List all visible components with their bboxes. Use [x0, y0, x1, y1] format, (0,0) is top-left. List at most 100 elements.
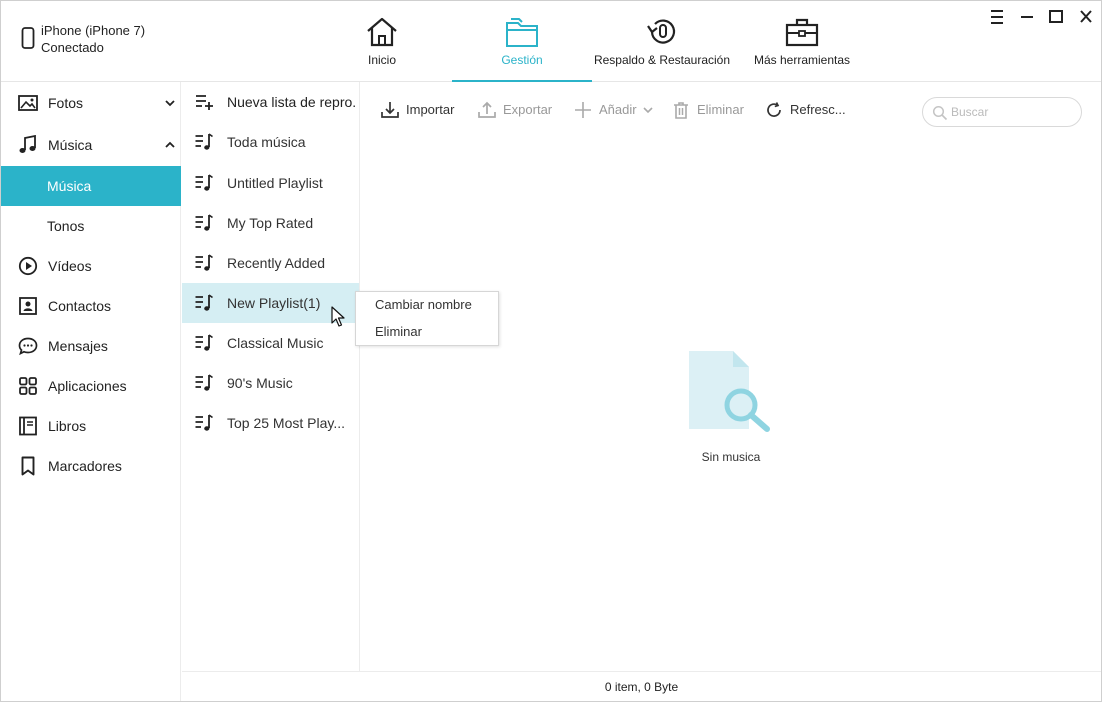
playlist-label: 90's Music	[227, 375, 293, 391]
delete-menu-item[interactable]: Eliminar	[356, 319, 498, 345]
status-text: 0 item, 0 Byte	[604, 680, 679, 694]
sidebar-item-label: Vídeos	[48, 258, 92, 274]
playlist-label: Toda música	[227, 134, 306, 150]
sidebar-item-label: Contactos	[48, 298, 112, 314]
sidebar-item-marcadores[interactable]: Marcadores	[1, 446, 181, 486]
phone-icon	[21, 27, 35, 49]
sidebar-item-label: Libros	[48, 418, 87, 434]
device-status: Conectado	[41, 40, 104, 55]
add-button[interactable]: Añadir	[573, 99, 655, 121]
playlist-item[interactable]: Classical Music	[182, 323, 359, 363]
delete-label: Eliminar	[697, 102, 744, 117]
import-icon	[381, 102, 399, 118]
tab-label: Más herramientas	[753, 53, 851, 67]
playlist-item[interactable]: Recently Added	[182, 243, 359, 283]
menu-icon[interactable]	[986, 7, 1008, 27]
sidebar-item-label: Tonos	[47, 218, 85, 234]
playlist-icon	[195, 334, 213, 351]
playlist-label: Recently Added	[227, 255, 326, 271]
chat-bubble-icon	[18, 337, 38, 356]
sidebar: Fotos Música Música Tonos Vídeos Contact…	[1, 82, 181, 701]
tab-label: Inicio	[367, 53, 396, 67]
maximize-icon[interactable]	[1045, 7, 1067, 27]
backup-restore-icon	[647, 19, 676, 44]
add-label: Añadir	[599, 102, 637, 117]
playlist-label: Untitled Playlist	[227, 175, 323, 191]
tab-label: Gestión	[501, 53, 543, 67]
top-header: iPhone (iPhone 7) Conectado Inicio Gesti…	[1, 1, 1101, 82]
new-playlist-label: Nueva lista de repro...	[227, 94, 355, 110]
delete-menu-label: Eliminar	[375, 324, 422, 339]
sidebar-item-label: Fotos	[48, 95, 84, 111]
playlist-label: Top 25 Most Play...	[227, 415, 346, 431]
playlist-item[interactable]: Top 25 Most Play...	[182, 403, 359, 443]
trash-icon	[674, 102, 688, 119]
sidebar-item-label: Marcadores	[48, 458, 122, 474]
sidebar-item-aplicaciones[interactable]: Aplicaciones	[1, 366, 181, 406]
sidebar-item-mensajes[interactable]: Mensajes	[1, 326, 181, 366]
plus-icon	[575, 102, 591, 118]
minimize-icon[interactable]	[1016, 7, 1038, 27]
sidebar-item-videos[interactable]: Vídeos	[1, 246, 181, 286]
new-playlist-button[interactable]: Nueva lista de repro...	[182, 82, 359, 122]
playlist-label: My Top Rated	[227, 215, 314, 231]
playlist-item[interactable]: Toda música	[182, 122, 359, 162]
playlist-item[interactable]: 90's Music	[182, 363, 359, 403]
sidebar-item-musica[interactable]: Música	[1, 125, 181, 165]
chevron-down-icon	[165, 100, 175, 107]
tab-inicio[interactable]: Inicio	[321, 1, 443, 81]
export-icon	[478, 101, 496, 118]
empty-state: Sin musica	[681, 347, 781, 467]
app-window: iPhone (iPhone 7) Conectado Inicio Gesti…	[0, 0, 1102, 702]
home-icon	[367, 17, 397, 47]
sidebar-item-libros[interactable]: Libros	[1, 406, 181, 446]
chevron-down-icon	[643, 107, 653, 114]
sidebar-subitem-tonos[interactable]: Tonos	[1, 206, 181, 246]
tab-respaldo[interactable]: Respaldo & Restauración	[593, 1, 731, 81]
sidebar-item-fotos[interactable]: Fotos	[1, 83, 181, 123]
rename-menu-item[interactable]: Cambiar nombre	[356, 292, 498, 318]
playlist-icon	[195, 133, 213, 150]
sidebar-item-label: Aplicaciones	[48, 378, 127, 394]
playlist-item[interactable]: My Top Rated	[182, 203, 359, 243]
playlist-label: Classical Music	[227, 335, 324, 351]
tab-mas-herramientas[interactable]: Más herramientas	[741, 1, 863, 81]
playlist-icon	[195, 294, 213, 311]
sidebar-item-label: Mensajes	[48, 338, 108, 354]
device-info: iPhone (iPhone 7) Conectado	[19, 21, 179, 61]
status-bar: 0 item, 0 Byte	[182, 671, 1101, 701]
folder-icon	[506, 18, 538, 47]
playlist-icon	[195, 374, 213, 391]
device-name: iPhone (iPhone 7)	[41, 23, 146, 38]
refresh-button[interactable]: Refresc...	[764, 99, 850, 121]
tab-label: Respaldo & Restauración	[593, 53, 731, 67]
refresh-icon	[767, 102, 781, 117]
play-circle-icon	[18, 256, 38, 276]
refresh-label: Refresc...	[790, 102, 846, 117]
sidebar-item-label: Música	[48, 137, 93, 153]
search-input[interactable]	[951, 103, 1073, 121]
search-icon	[932, 105, 948, 121]
export-button[interactable]: Exportar	[477, 99, 561, 121]
playlist-item[interactable]: Untitled Playlist	[182, 163, 359, 203]
contact-card-icon	[19, 297, 37, 315]
close-icon[interactable]	[1075, 7, 1097, 27]
add-playlist-icon	[196, 95, 213, 110]
playlist-icon	[195, 214, 213, 231]
delete-button[interactable]: Eliminar	[671, 99, 751, 121]
sidebar-item-contactos[interactable]: Contactos	[1, 286, 181, 326]
bookmark-icon	[21, 456, 35, 476]
import-button[interactable]: Importar	[380, 99, 462, 121]
tab-gestion[interactable]: Gestión	[452, 1, 592, 82]
apps-grid-icon	[19, 377, 37, 395]
playlist-icon	[195, 414, 213, 431]
empty-state-label: Sin musica	[701, 450, 761, 464]
sidebar-subitem-musica[interactable]: Música	[1, 166, 181, 206]
import-label: Importar	[406, 102, 455, 117]
rename-menu-label: Cambiar nombre	[375, 297, 472, 312]
music-note-icon	[19, 135, 36, 153]
book-icon	[19, 416, 37, 436]
export-label: Exportar	[503, 102, 553, 117]
search-box[interactable]	[922, 97, 1082, 127]
playlist-column: Nueva lista de repro... Toda música Unti…	[182, 82, 360, 671]
